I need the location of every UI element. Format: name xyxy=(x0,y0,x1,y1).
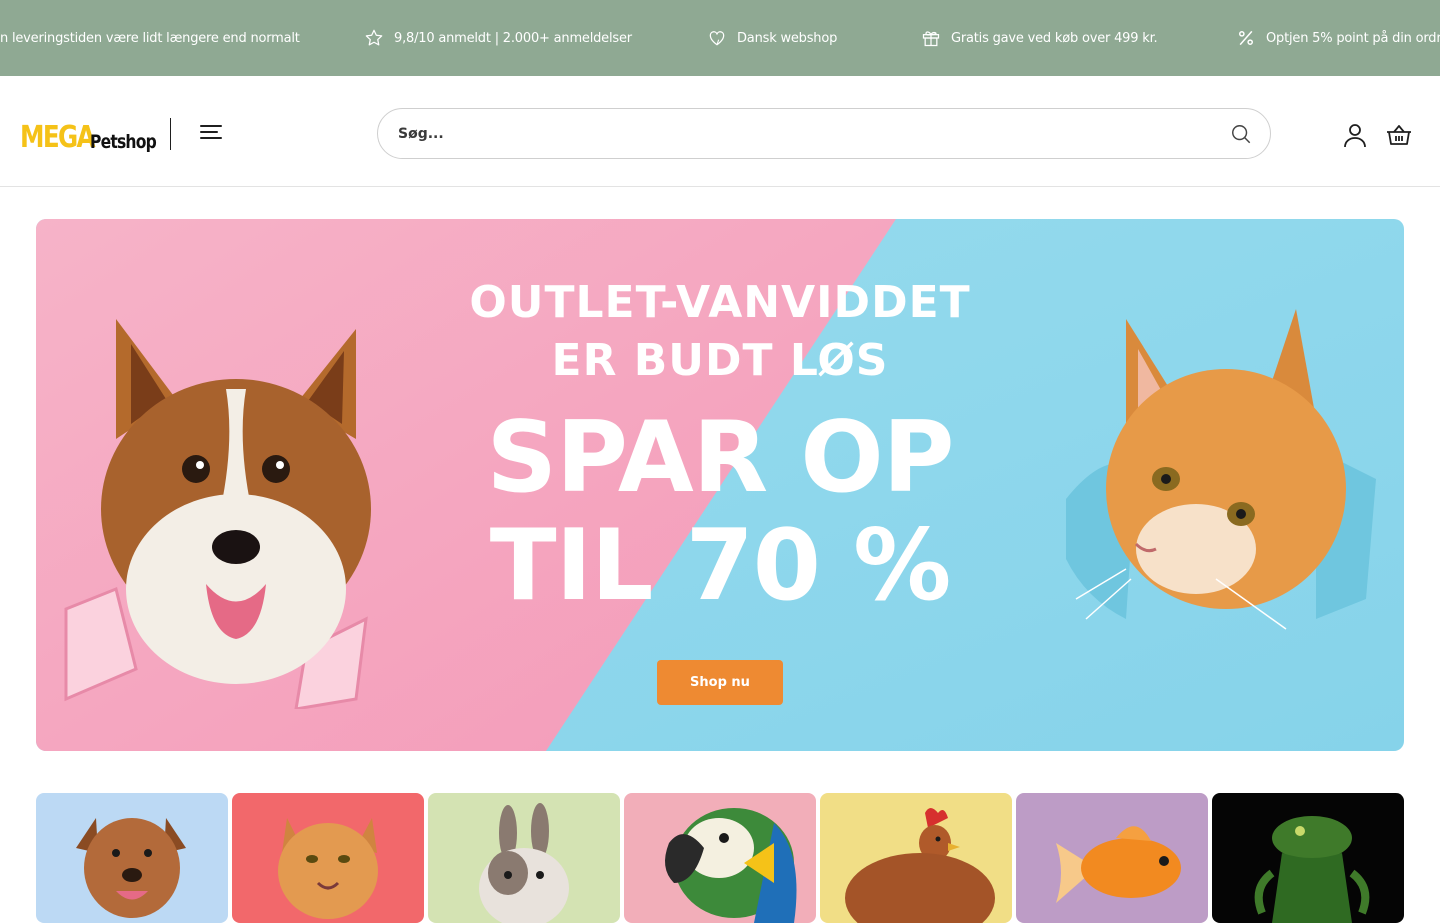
announcement-bar: n leveringstiden være lidt længere end n… xyxy=(0,0,1440,76)
user-icon[interactable] xyxy=(1342,122,1368,148)
category-dog[interactable] xyxy=(36,793,228,923)
search-input[interactable] xyxy=(398,109,1198,158)
category-cat[interactable] xyxy=(232,793,424,923)
category-reptile[interactable] xyxy=(1212,793,1404,923)
category-bird[interactable] xyxy=(624,793,816,923)
star-icon xyxy=(365,29,383,46)
announcement-points: Optjen 5% point på din ordre xyxy=(1236,0,1440,76)
search-bar xyxy=(377,108,1271,159)
chicken-image xyxy=(845,808,995,923)
heart-icon xyxy=(709,31,725,46)
category-tiles xyxy=(36,793,1404,923)
percent-icon xyxy=(1239,30,1253,46)
dog-image xyxy=(76,818,186,918)
announcement-points-text: Optjen 5% point på din ordre xyxy=(1266,30,1440,46)
announcement-free-gift-text: Gratis gave ved køb over 499 kr. xyxy=(951,30,1158,46)
logo[interactable]: MEGA Petshop xyxy=(20,114,170,154)
announcement-danish-shop: Dansk webshop xyxy=(707,0,837,76)
announcement-delivery-text: n leveringstiden være lidt længere end n… xyxy=(0,30,300,46)
hero-offer-line2: TIL 70 % xyxy=(489,509,952,623)
announcement-danish-shop-text: Dansk webshop xyxy=(737,30,838,46)
logo-mega: MEGA xyxy=(20,120,96,155)
basket-icon[interactable] xyxy=(1385,123,1413,147)
search-icon[interactable] xyxy=(1230,123,1252,145)
hero-headline-line1: OUTLET-VANVIDDET xyxy=(469,277,971,328)
announcement-reviews[interactable]: 9,8/10 anmeldt | 2.000+ anmeldelser xyxy=(364,0,632,76)
category-fish[interactable] xyxy=(1016,793,1208,923)
hamburger-menu-icon[interactable] xyxy=(198,122,224,142)
category-rabbit[interactable] xyxy=(428,793,620,923)
lizard-image xyxy=(1254,816,1370,923)
cat-image xyxy=(278,818,378,919)
header-divider xyxy=(170,118,171,150)
hero-headline-line2: ER BUDT LØS xyxy=(551,335,889,386)
gift-icon xyxy=(922,31,940,47)
announcement-free-gift: Gratis gave ved køb over 499 kr. xyxy=(921,0,1158,76)
rabbit-image xyxy=(479,803,569,923)
hero-banner[interactable]: OUTLET-VANVIDDET ER BUDT LØS SPAR OP TIL… xyxy=(36,219,1404,751)
site-header: MEGA Petshop xyxy=(0,76,1440,187)
logo-petshop: Petshop xyxy=(90,131,157,153)
goldfish-image xyxy=(1056,826,1181,903)
parrot-image xyxy=(665,808,797,923)
announcement-reviews-text: 9,8/10 anmeldt | 2.000+ anmeldelser xyxy=(394,30,632,46)
hero-offer-line1: SPAR OP xyxy=(486,401,955,515)
announcement-delivery: n leveringstiden være lidt længere end n… xyxy=(0,0,300,76)
shop-now-button[interactable]: Shop nu xyxy=(657,660,783,705)
category-poultry[interactable] xyxy=(820,793,1012,923)
